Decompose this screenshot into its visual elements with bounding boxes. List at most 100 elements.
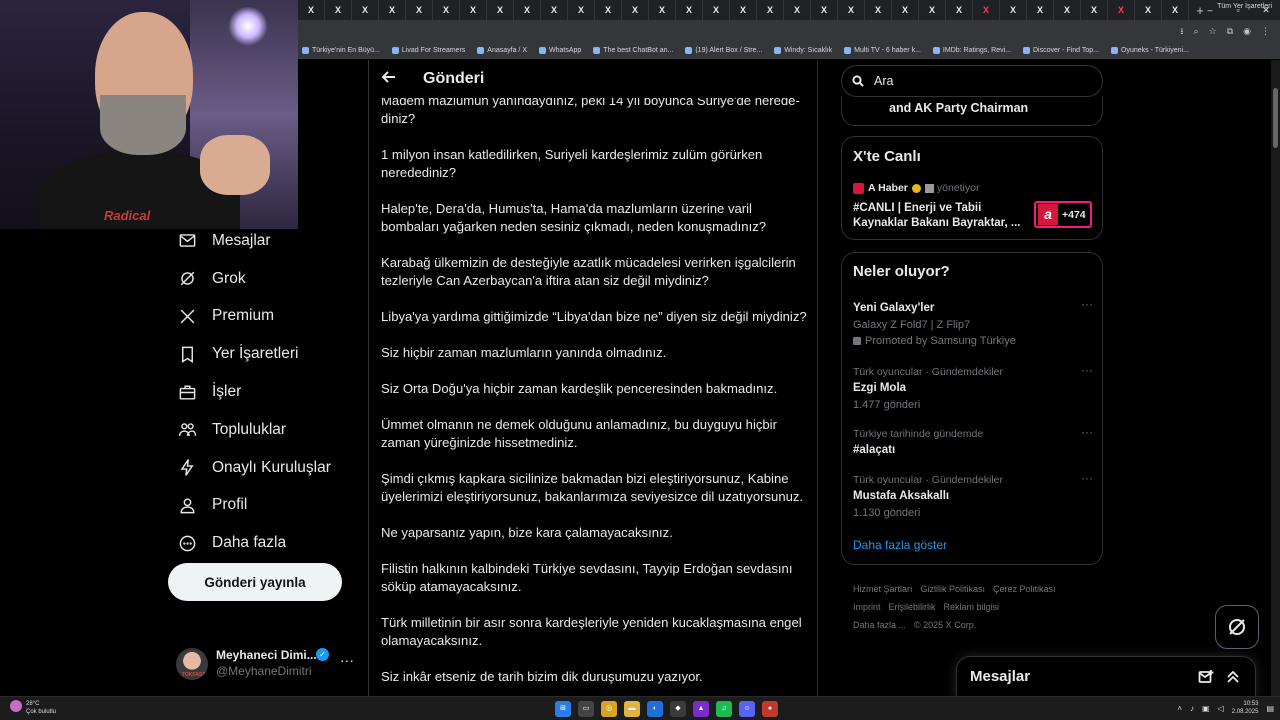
more-options-icon[interactable]: ··· — [1081, 363, 1093, 377]
bookmark-item[interactable]: IMDb: Ratings, Revi... — [932, 46, 1011, 54]
footer-link[interactable]: Reklam bilgisi — [944, 602, 1000, 612]
footer-link[interactable]: Gizlilik Politikası — [921, 584, 986, 594]
search-box[interactable] — [841, 65, 1103, 97]
bookmark-item[interactable]: (19) Alert Box / Stre... — [685, 46, 762, 54]
sidebar-item-briefcase[interactable]: İşler — [168, 373, 358, 411]
bookmark-item[interactable]: Oyuneks - Türkiyeni... — [1111, 46, 1189, 54]
sidebar-item-mail[interactable]: Mesajlar — [168, 222, 358, 260]
grok-button[interactable] — [1215, 605, 1259, 649]
app-icon[interactable]: ● — [762, 701, 778, 717]
bookmark-item[interactable]: The best ChatBot an... — [593, 46, 673, 54]
bookmark-item[interactable]: Anasayfa / X — [477, 46, 527, 54]
post-button[interactable]: Gönderi yayınla — [168, 563, 342, 601]
folder-icon[interactable]: ▬ — [624, 701, 640, 717]
sidebar-item-x-logo[interactable]: Premium — [168, 298, 358, 336]
more-options-icon[interactable]: ··· — [1081, 297, 1093, 311]
footer-link[interactable]: Hizmet Şartları — [853, 584, 913, 594]
footer-link[interactable]: Çerez Politikası — [993, 584, 1056, 594]
download-icon[interactable]: ⭳ — [1180, 24, 1183, 38]
network-icon[interactable]: ▣ — [1202, 704, 1210, 713]
browser-tab[interactable]: X — [298, 0, 325, 20]
trend-item[interactable]: ··· Türkiye tarihinde gündemde #alaçatı — [853, 425, 1093, 459]
browser-tab[interactable]: X — [676, 0, 703, 20]
new-message-icon[interactable] — [1198, 669, 1216, 687]
start-icon[interactable]: ⊞ — [555, 701, 571, 717]
browser-tab[interactable]: X — [622, 0, 649, 20]
clock[interactable]: 10:53 2.08.2025 — [1232, 700, 1259, 716]
notification-icon[interactable]: ▤ — [1266, 704, 1274, 713]
task-view-icon[interactable]: ▭ — [578, 701, 594, 717]
sidebar-item-lightning[interactable]: Onaylı Kuruluşlar — [168, 449, 358, 487]
messages-drawer[interactable]: Mesajlar — [956, 656, 1256, 700]
footer-link[interactable]: © 2025 X Corp. — [914, 620, 976, 630]
sidebar-item-grok[interactable]: Grok — [168, 260, 358, 298]
account-more-icon[interactable]: ··· — [340, 652, 354, 668]
live-host[interactable]: A Haber yönetiyor — [853, 182, 979, 194]
more-options-icon[interactable]: ··· — [1081, 425, 1093, 439]
browser-tab[interactable]: X — [325, 0, 352, 20]
browser-tab[interactable]: X — [730, 0, 757, 20]
live-listener-count[interactable]: a +474 — [1034, 201, 1092, 228]
chrome-icon[interactable]: ◎ — [601, 701, 617, 717]
show-more-link[interactable]: Daha fazla göster — [853, 538, 947, 552]
back-arrow-icon[interactable] — [381, 69, 401, 89]
browser-tab[interactable]: X — [946, 0, 973, 20]
browser-tab[interactable]: X — [1054, 0, 1081, 20]
zoom-icon[interactable]: ⌕ — [1194, 24, 1199, 38]
browser-tab[interactable]: X — [1135, 0, 1162, 20]
footer-link[interactable]: Daha fazla ... — [853, 620, 906, 630]
app-icon[interactable]: ▲ — [693, 701, 709, 717]
footer-link[interactable]: Imprint — [853, 602, 881, 612]
browser-tab[interactable]: X — [1000, 0, 1027, 20]
bookmark-item[interactable]: Multi TV - 6 haber k... — [844, 46, 921, 54]
browser-tab[interactable]: X — [838, 0, 865, 20]
all-bookmarks-button[interactable]: Tüm Yer İşaretleri — [1217, 3, 1272, 10]
footer-link[interactable]: Erişilebilirlik — [889, 602, 936, 612]
discord-icon[interactable]: ☺ — [739, 701, 755, 717]
browser-tab[interactable]: X — [568, 0, 595, 20]
account-switcher[interactable]: TOKFAST Meyhaneci Dimi... ✓ @MeyhaneDimi… — [176, 646, 360, 682]
sidebar-item-person[interactable]: Profil — [168, 487, 358, 525]
search-input[interactable] — [874, 74, 1074, 88]
chevron-up-icon[interactable]: ˄ — [1177, 704, 1182, 713]
mic-icon[interactable]: ♪ — [1190, 704, 1194, 713]
page-scrollbar[interactable] — [1271, 60, 1280, 696]
sidebar-item-bookmark[interactable]: Yer İşaretleri — [168, 335, 358, 373]
browser-tab[interactable]: X — [487, 0, 514, 20]
expand-icon[interactable] — [1225, 669, 1243, 687]
trend-item[interactable]: ··· Türk oyuncular · Gündemdekiler Ezgi Mo… — [853, 363, 1093, 413]
browser-tab[interactable]: X — [1108, 0, 1135, 20]
bookmark-item[interactable]: Türkiye'nin En Büyü... — [302, 46, 380, 54]
browser-tab[interactable]: X — [973, 0, 1000, 20]
trend-item[interactable]: ··· Yeni Galaxy'ler Galaxy Z Fold7 | Z Fli… — [853, 297, 1093, 349]
app-icon[interactable]: ◆ — [670, 701, 686, 717]
more-options-icon[interactable]: ··· — [1081, 471, 1093, 485]
browser-tab[interactable]: X — [352, 0, 379, 20]
weather-widget[interactable]: 28°C Çok bulutlu — [10, 700, 56, 716]
sidebar-item-people[interactable]: Topluluklar — [168, 411, 358, 449]
browser-tab[interactable]: X — [460, 0, 487, 20]
browser-tab[interactable]: X — [649, 0, 676, 20]
browser-tab[interactable]: X — [784, 0, 811, 20]
bookmark-item[interactable]: WhatsApp — [539, 46, 581, 54]
spotify-icon[interactable]: ♫ — [716, 701, 732, 717]
browser-tab[interactable]: X — [1162, 0, 1189, 20]
browser-tab[interactable]: X — [406, 0, 433, 20]
bookmark-item[interactable]: Discover - Find Top... — [1023, 46, 1099, 54]
live-headline[interactable]: #CANLI | Enerji ve Tabii Kaynaklar Bakan… — [853, 201, 1028, 231]
browser-tab[interactable]: X — [541, 0, 568, 20]
browser-tab[interactable]: X — [379, 0, 406, 20]
extensions-icon[interactable]: ⧉ — [1227, 24, 1233, 38]
star-icon[interactable]: ☆ — [1209, 24, 1217, 38]
profile-menu-icon[interactable]: ◉ — [1243, 24, 1251, 38]
browser-tab[interactable]: X — [703, 0, 730, 20]
sidebar-item-more-circle[interactable]: Daha fazla — [168, 524, 358, 562]
browser-tab[interactable]: X — [811, 0, 838, 20]
bookmark-item[interactable]: Windy: Sıcaklık — [774, 46, 832, 54]
edge-icon[interactable]: ◐ — [647, 701, 663, 717]
browser-tab[interactable]: X — [1081, 0, 1108, 20]
browser-tab[interactable]: X — [919, 0, 946, 20]
browser-menu-icon[interactable]: ⋮ — [1261, 24, 1270, 38]
browser-tab[interactable]: X — [1027, 0, 1054, 20]
browser-tab[interactable]: X — [595, 0, 622, 20]
